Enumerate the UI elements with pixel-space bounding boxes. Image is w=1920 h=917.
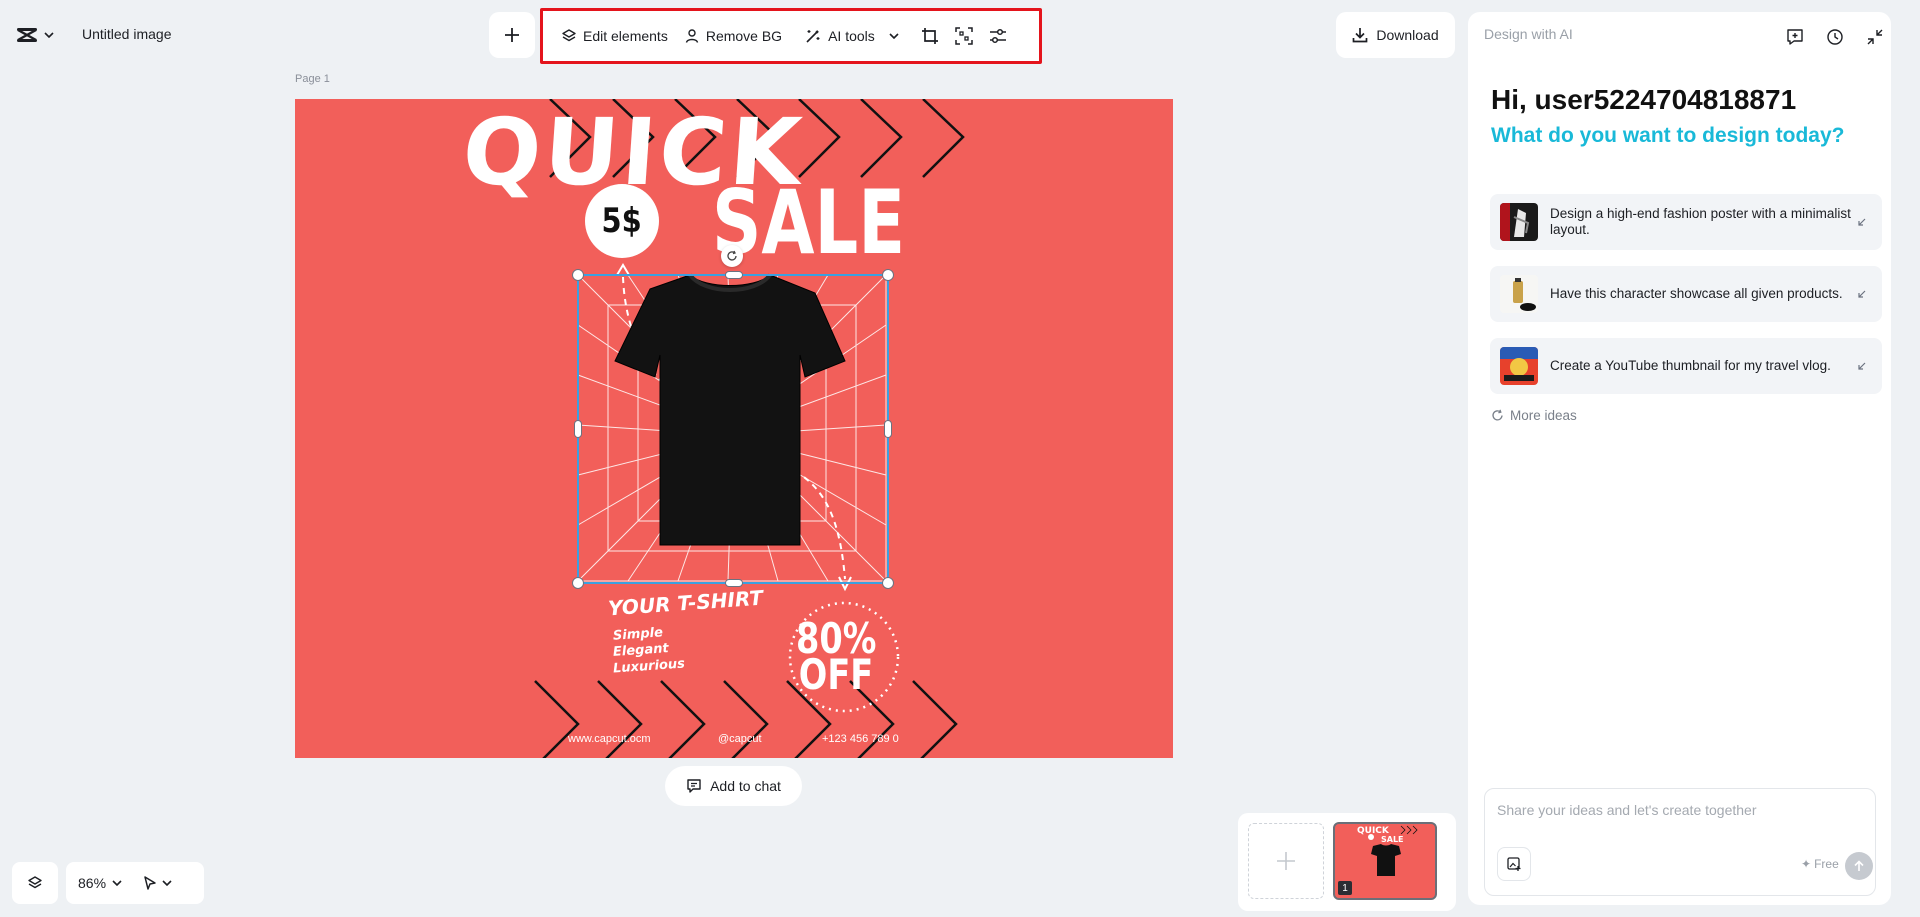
pages-panel: QUICK SALE 1 (1238, 813, 1456, 911)
plus-icon (1275, 850, 1297, 872)
plus-icon (504, 27, 520, 43)
poster-website[interactable]: www.capcut.ocm (568, 733, 651, 745)
layers-icon (27, 875, 43, 891)
poster-social-handle[interactable]: @capcut (718, 733, 762, 745)
poster-discount-off: OFF (798, 650, 874, 699)
free-badge: ✦ Free (1801, 857, 1839, 871)
download-label: Download (1376, 27, 1439, 43)
poster-phone[interactable]: +123 456 789 0 (822, 733, 899, 745)
download-icon (1352, 27, 1368, 43)
arrow-up-icon (1853, 860, 1865, 872)
new-chat-icon (1786, 28, 1804, 46)
chat-input[interactable] (1497, 799, 1857, 821)
download-button[interactable]: Download (1336, 12, 1455, 58)
smart-select-button[interactable] (949, 19, 979, 53)
add-to-chat-label: Add to chat (710, 778, 781, 794)
chevron-down-icon (162, 880, 172, 886)
suggestion-thumbnail (1500, 275, 1538, 313)
cursor-icon (142, 875, 158, 891)
scan-frame-icon (955, 27, 973, 45)
refresh-icon (1491, 409, 1504, 422)
collapse-icon (1867, 29, 1883, 45)
sliders-icon (989, 27, 1007, 45)
history-icon (1826, 28, 1844, 46)
remove-bg-label: Remove BG (705, 28, 783, 44)
design-canvas[interactable]: QUICK 5$ SALE YOUR T-SHIRT Simple Elegan… (295, 99, 1173, 758)
chat-composer: ✦ Free (1484, 788, 1876, 896)
crop-icon (921, 27, 939, 45)
layers-button[interactable] (12, 862, 58, 904)
pointer-tool-dropdown[interactable] (142, 875, 172, 891)
chevron-down-icon (889, 33, 899, 39)
suggestion-thumbnail (1500, 203, 1538, 241)
add-page-button[interactable] (1248, 823, 1324, 899)
suggestion-card[interactable]: Create a YouTube thumbnail for my travel… (1490, 338, 1882, 394)
greeting-heading: Hi, user5224704818871 (1491, 84, 1797, 115)
poster-price-badge[interactable]: 5$ (585, 184, 659, 258)
sparkle-icon: ✦ (1801, 857, 1812, 871)
crop-button[interactable] (915, 19, 945, 53)
app-menu-button[interactable] (16, 22, 64, 48)
suggestion-card[interactable]: Design a high-end fashion poster with a … (1490, 194, 1882, 250)
send-button[interactable] (1845, 852, 1873, 880)
suggestion-card[interactable]: Have this character showcase all given p… (1490, 266, 1882, 322)
remove-bg-button[interactable]: Remove BG (678, 19, 788, 53)
page-number: 1 (1338, 881, 1352, 895)
capcut-logo-icon (16, 27, 38, 43)
chevron-down-icon (112, 880, 122, 886)
suggestion-thumbnail (1500, 347, 1538, 385)
zoom-controls: 86% (66, 862, 204, 904)
insert-arrow-icon (1854, 286, 1870, 302)
zoom-dropdown[interactable]: 86% (78, 875, 122, 891)
magic-wand-icon (804, 27, 822, 45)
free-label-text: Free (1814, 857, 1839, 871)
history-button[interactable] (1822, 24, 1848, 50)
collapse-panel-button[interactable] (1862, 24, 1888, 50)
image-add-icon (1506, 856, 1522, 872)
element-toolbar: Edit elements Remove BG AI tools (540, 8, 1042, 64)
suggestion-text: Design a high-end fashion poster with a … (1550, 206, 1851, 237)
edit-elements-button[interactable]: Edit elements (555, 19, 674, 53)
image-upload-button[interactable] (1497, 847, 1531, 881)
rotate-handle[interactable] (721, 245, 743, 267)
page-thumbnail[interactable]: QUICK SALE 1 (1333, 822, 1437, 900)
layers-icon (561, 28, 577, 44)
add-to-chat-button[interactable]: Add to chat (665, 766, 802, 806)
edit-elements-label: Edit elements (583, 28, 668, 44)
more-ideas-button[interactable]: More ideas (1491, 408, 1577, 423)
add-element-button[interactable] (489, 12, 535, 58)
ai-subtitle: What do you want to design today? (1491, 124, 1845, 147)
more-ideas-label: More ideas (1510, 408, 1577, 423)
suggestion-text: Create a YouTube thumbnail for my travel… (1550, 358, 1831, 373)
page-label: Page 1 (295, 73, 330, 85)
person-icon (684, 28, 700, 44)
ai-tools-label: AI tools (828, 28, 875, 44)
new-chat-button[interactable] (1782, 24, 1808, 50)
poster-price: 5$ (601, 201, 643, 241)
chat-add-icon (686, 778, 702, 794)
svg-text:SALE: SALE (1381, 835, 1404, 844)
zoom-level: 86% (78, 875, 107, 891)
suggestion-text: Have this character showcase all given p… (1550, 286, 1843, 301)
ai-design-panel: Design with AI Hi, user5224704818871 Wha… (1468, 12, 1891, 905)
ai-panel-title: Design with AI (1484, 26, 1573, 42)
rotate-icon (726, 250, 738, 262)
insert-arrow-icon (1854, 214, 1870, 230)
insert-arrow-icon (1854, 358, 1870, 374)
document-title[interactable]: Untitled image (82, 26, 172, 42)
ai-tools-button[interactable]: AI tools (798, 19, 905, 53)
adjust-button[interactable] (983, 19, 1013, 53)
poster-discount[interactable]: 80% OFF (796, 618, 876, 699)
chevron-down-icon (44, 32, 54, 38)
